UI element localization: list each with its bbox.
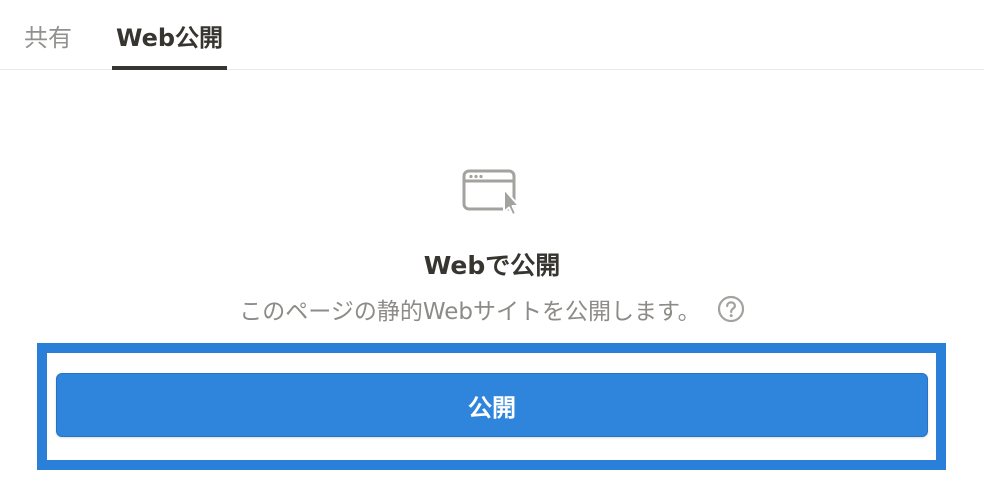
publish-title: Webで公開 [423, 251, 561, 280]
tab-share[interactable]: 共有 [24, 0, 72, 70]
tab-web-publish-label: Web公開 [115, 23, 224, 52]
publish-button[interactable]: 公開 [56, 373, 928, 437]
browser-window-cursor-icon [462, 169, 520, 216]
question-circle-icon[interactable] [717, 295, 745, 323]
active-tab-indicator [112, 66, 227, 70]
tab-bar: 共有 Web公開 [0, 0, 984, 70]
tab-web-publish[interactable]: Web公開 [112, 0, 227, 70]
publish-description-row: このページの静的Webサイトを公開します。 [0, 292, 984, 326]
tab-share-label: 共有 [24, 23, 72, 52]
publish-description: このページの静的Webサイトを公開します。 [239, 299, 701, 325]
